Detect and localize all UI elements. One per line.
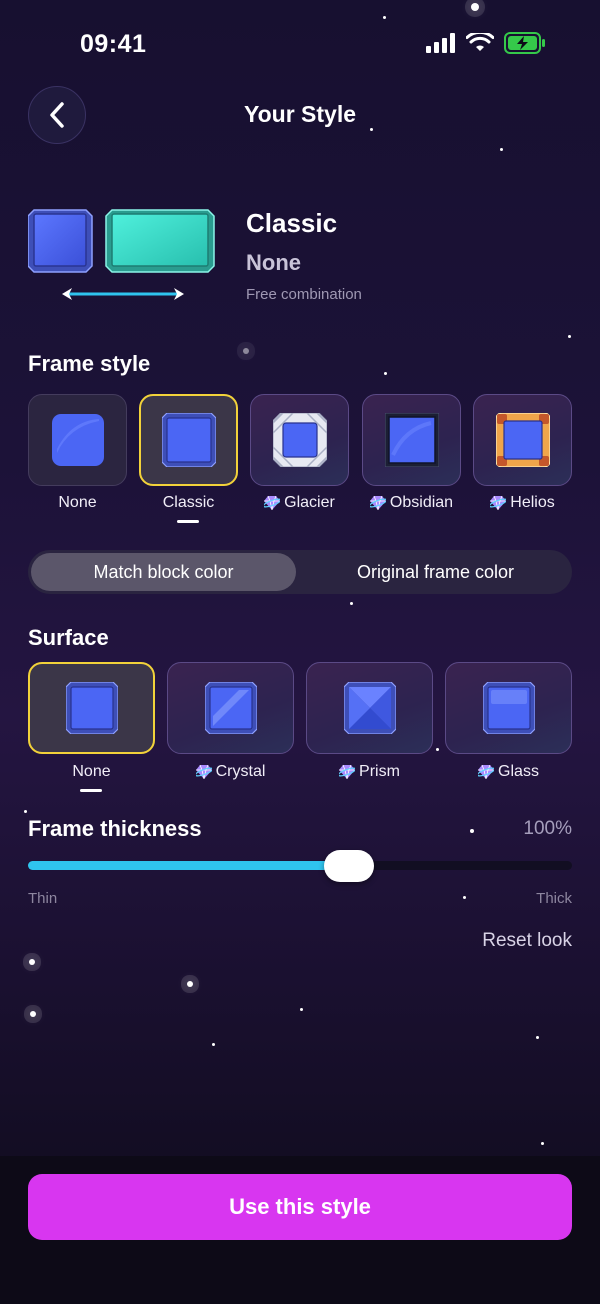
frame-thickness-label: Frame thickness [28,816,202,841]
signal-icon [426,33,455,53]
reset-look-button[interactable]: Reset look [482,930,572,952]
battery-charging-icon [504,32,545,54]
surface-selected-indicator [80,789,102,792]
thickness-slider-thumb[interactable] [324,850,374,882]
wifi-icon [466,33,494,51]
page-title: Your Style [243,101,357,127]
frame-classic-swatch [161,413,216,467]
preview-thickness-line [62,288,184,300]
frame-color-mode-toggle: Match block color Original frame color [28,550,572,594]
thickness-slider-fill [28,861,349,870]
surface-crystal-swatch [204,682,257,734]
surface-option-prism-label: Prism [306,763,433,781]
preview-teal-block [105,209,215,273]
frame-thickness-value: 100% [523,818,572,839]
original-frame-color-option[interactable]: Original frame color [302,553,569,591]
premium-gem-icon [490,496,507,510]
frame-glacier-text: Glacier [284,494,335,511]
surface-title: Surface [28,625,109,650]
style-preview [28,209,215,300]
surface-option-none[interactable] [28,662,155,754]
frame-option-classic[interactable] [139,394,238,486]
frame-option-glacier[interactable] [250,394,349,486]
combination-note: Free combination [246,286,362,303]
premium-gem-icon [339,765,356,779]
premium-gem-icon [478,765,495,779]
use-style-button[interactable]: Use this style [28,1174,572,1240]
status-time: 09:41 [80,30,147,58]
frame-helios-swatch [495,413,550,467]
frame-option-obsidian-label: Obsidian [362,494,461,512]
surface-glass-swatch [482,682,535,734]
surface-option-glass[interactable] [445,662,572,754]
surface-crystal-text: Crystal [215,763,266,780]
surface-prism-swatch [343,682,396,734]
selected-style-name: Classic [246,208,338,238]
frame-obsidian-swatch [384,413,439,467]
frame-glacier-swatch [272,413,327,467]
surface-option-prism[interactable] [306,662,433,754]
frame-none-swatch [51,414,104,466]
frame-helios-text: Helios [510,494,555,511]
surface-option-crystal-label: Crystal [167,763,294,781]
surface-prism-text: Prism [359,763,400,780]
premium-gem-icon [195,765,212,779]
frame-obsidian-text: Obsidian [389,494,454,511]
thickness-slider-track[interactable] [28,861,572,870]
frame-option-none[interactable] [28,394,127,486]
frame-style-title: Frame style [28,351,151,376]
frame-option-glacier-label: Glacier [250,494,349,512]
surface-glass-text: Glass [498,763,539,780]
thickness-min-label: Thin [28,890,58,907]
selected-surface-name: None [246,250,301,275]
frame-option-helios[interactable] [473,394,572,486]
premium-gem-icon [369,496,386,510]
starfield-background [0,0,600,1304]
frame-option-classic-label: Classic [162,494,215,511]
premium-gem-icon [264,496,281,510]
status-icons [426,32,546,54]
surface-option-crystal[interactable] [167,662,294,754]
match-block-color-option[interactable]: Match block color [31,553,296,591]
frame-selected-indicator [177,520,199,523]
thickness-max-label: Thick [536,890,572,907]
surface-option-glass-label: Glass [445,763,572,781]
preview-blue-block [28,209,93,273]
frame-option-obsidian[interactable] [362,394,461,486]
frame-option-helios-label: Helios [473,494,572,512]
frame-option-none-label: None [58,494,97,511]
surface-option-none-label: None [72,763,111,780]
surface-none-swatch [65,682,118,734]
